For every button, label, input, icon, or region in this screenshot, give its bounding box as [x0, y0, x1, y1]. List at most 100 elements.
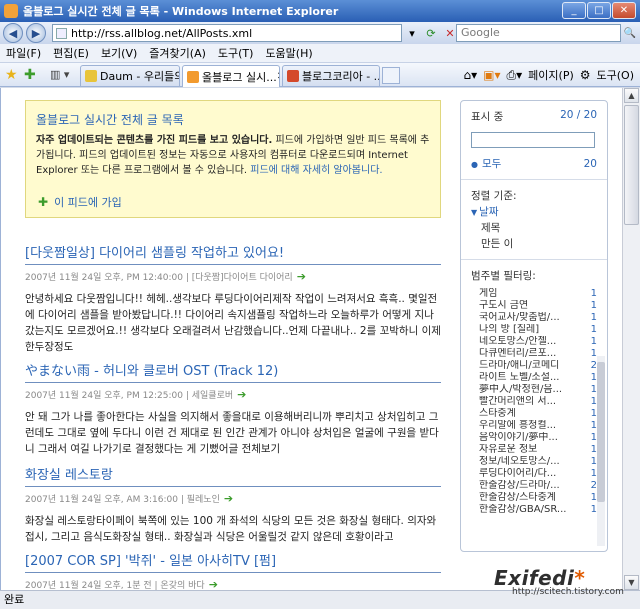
category-item[interactable]: 라이트 노벨/소설... 1 [471, 372, 597, 384]
subscribe-link[interactable]: ✚ 이 피드에 가입 [38, 194, 122, 210]
sort-author[interactable]: 만든 이 [471, 238, 597, 251]
category-name[interactable]: 夢中人/박정현/음... [479, 384, 583, 396]
category-item[interactable]: 네오토망스/안젤... 1 [471, 336, 597, 348]
menu-file[interactable]: 파일(F) [6, 45, 41, 61]
category-name[interactable]: 한줄감상/스타중계 [479, 492, 583, 504]
category-name[interactable]: 게임 [479, 288, 583, 300]
category-name[interactable]: 나의 방 [질레] [479, 324, 583, 336]
go-arrow-icon[interactable]: ➔ [209, 578, 218, 590]
category-item[interactable]: 夢中人/박정현/음... 1 [471, 384, 597, 396]
minimize-button[interactable]: _ [562, 2, 586, 19]
menu-view[interactable]: 보기(V) [101, 45, 137, 61]
category-name[interactable]: 라이트 노벨/소설... [479, 372, 583, 384]
maximize-button[interactable]: □ [587, 2, 611, 19]
gear-icon[interactable]: ⚙ [580, 68, 591, 82]
category-item[interactable]: 게임 1 [471, 288, 597, 300]
learn-more-link[interactable]: 피드에 대해 자세히 알아봅니다. [250, 165, 382, 176]
menu-edit[interactable]: 편집(E) [53, 45, 89, 61]
category-item[interactable]: 드라마/애니/코메디 2 [471, 360, 597, 372]
category-name[interactable]: 네오토망스/안젤... [479, 336, 583, 348]
favorites-star-icon[interactable]: ★ [5, 67, 18, 83]
tab-list-icon[interactable]: ▥ ▾ [50, 68, 69, 81]
feed-icon[interactable]: ▣▾ [483, 68, 500, 82]
category-name[interactable]: 스타중계 [479, 408, 583, 420]
menu-favorites[interactable]: 즐겨찾기(A) [149, 45, 206, 61]
menu-tools[interactable]: 도구(T) [218, 45, 254, 61]
category-item[interactable]: 한줄감상/드라마/... 2 [471, 480, 597, 492]
search-icon[interactable]: 🔍 [623, 25, 637, 41]
scroll-thumb[interactable] [624, 105, 639, 225]
back-button[interactable]: ◀ [3, 23, 23, 43]
category-item[interactable]: 빨간머리앤의 서... 1 [471, 396, 597, 408]
category-name[interactable]: 음악이야기/夢中... [479, 432, 583, 444]
category-item[interactable]: 국어교사/맞춤법/... 1 [471, 312, 597, 324]
filter-all-label[interactable]: 모두 [482, 158, 501, 170]
category-scroll-thumb[interactable] [597, 362, 605, 502]
category-name[interactable]: 다큐멘터리/르포... [479, 348, 583, 360]
tab-blogkorea[interactable]: 블로그코리아 - ... [282, 65, 380, 86]
add-favorites-icon[interactable]: ✚ [24, 67, 36, 83]
category-item[interactable]: 다큐멘터리/르포... 1 [471, 348, 597, 360]
post-title-link[interactable]: [2007 COR SP] '박쥐' - 일본 아사히TV [펌] [25, 550, 441, 573]
sort-date[interactable]: ▼ 날짜 [471, 206, 597, 219]
feed-item: 화장실 레스토랑 2007년 11월 24일 오후, AM 3:16:00 | … [25, 464, 441, 545]
refresh-icon[interactable]: ⟳ [423, 25, 439, 41]
tools-menu[interactable]: 도구(O) [597, 67, 634, 83]
tab-daum[interactable]: Daum - 우리들의... [80, 65, 180, 86]
category-item[interactable]: 구도시 금연 1 [471, 300, 597, 312]
display-header: 표시 중 20 / 20 [471, 109, 597, 124]
divider [461, 179, 607, 180]
dropdown-icon[interactable]: ▾ [404, 25, 420, 41]
category-name[interactable]: 구도시 금연 [479, 300, 583, 312]
tab-allblog[interactable]: 올블로그 실시... ✕ [182, 65, 280, 87]
filter-all[interactable]: ● 모두 20 [471, 156, 597, 171]
close-button[interactable]: ✕ [612, 2, 636, 19]
post-title-link[interactable]: 화장실 레스토랑 [25, 464, 441, 487]
home-icon[interactable]: ⌂▾ [464, 68, 478, 82]
category-name[interactable]: 한줄감상/드라마/... [479, 480, 583, 492]
category-name[interactable]: 빨간머리앤의 서... [479, 396, 583, 408]
address-url[interactable]: http://rss.allblog.net/AllPosts.xml [71, 27, 252, 40]
category-name[interactable]: 정보/네오토망스/... [479, 456, 583, 468]
tab-close-icon[interactable]: ✕ [277, 71, 279, 82]
new-tab-button[interactable] [382, 67, 400, 84]
go-arrow-icon[interactable]: ➔ [224, 492, 233, 505]
category-scrollbar[interactable] [597, 356, 605, 546]
search-input[interactable]: Google [456, 24, 621, 42]
category-filter-label: 범주별 필터링: [471, 270, 536, 282]
category-name[interactable]: 우리말에 흥청컬... [479, 420, 583, 432]
forward-button[interactable]: ▶ [26, 23, 46, 43]
print-icon[interactable]: ⎙▾ [507, 68, 523, 83]
category-item[interactable]: 자유로운 정보 1 [471, 444, 597, 456]
sort-title[interactable]: 제목 [471, 222, 597, 235]
category-item[interactable]: 루딩다이어리/다... 1 [471, 468, 597, 480]
post-title-link[interactable]: やまない雨 - 허니와 클로버 OST (Track 12) [25, 360, 441, 383]
go-arrow-icon[interactable]: ➔ [237, 388, 246, 401]
menu-help[interactable]: 도움말(H) [265, 45, 312, 61]
sort-date-label[interactable]: 날짜 [479, 206, 498, 218]
subscribe-label[interactable]: 이 피드에 가입 [54, 194, 122, 210]
page-scrollbar[interactable]: ▲ ▼ [622, 88, 640, 590]
app-icon [4, 4, 18, 18]
category-item[interactable]: 우리말에 흥청컬... 1 [471, 420, 597, 432]
post-title-link[interactable]: [다웃짬일상] 다이어리 샘플링 작업하고 있어요! [25, 242, 441, 265]
category-name[interactable]: 국어교사/맞춤법/... [479, 312, 583, 324]
post-meta: 2007년 11월 24일 오후, 1분 전 | 온갖의 바다 ➔ [25, 578, 441, 590]
category-item[interactable]: 한줄감상/스타중계 1 [471, 492, 597, 504]
category-name[interactable]: 한줄감상/GBA/SR... [479, 504, 583, 516]
scroll-down-icon[interactable]: ▼ [624, 575, 639, 590]
tab-bar: ★ ✚ ▥ ▾ Daum - 우리들의... 올블로그 실시... ✕ 블로그코… [0, 63, 640, 87]
category-item[interactable]: 음악이야기/夢中... 1 [471, 432, 597, 444]
category-item[interactable]: 한줄감상/GBA/SR... 1 [471, 504, 597, 516]
category-name[interactable]: 자유로운 정보 [479, 444, 583, 456]
address-bar[interactable]: http://rss.allblog.net/AllPosts.xml [52, 24, 402, 42]
category-name[interactable]: 드라마/애니/코메디 [479, 360, 583, 372]
category-item[interactable]: 스타중계 1 [471, 408, 597, 420]
page-menu[interactable]: 페이지(P) [528, 67, 574, 83]
category-name[interactable]: 루딩다이어리/다... [479, 468, 583, 480]
category-item[interactable]: 나의 방 [질레] 1 [471, 324, 597, 336]
filter-search-input[interactable] [471, 132, 595, 148]
category-item[interactable]: 정보/네오토망스/... 1 [471, 456, 597, 468]
go-arrow-icon[interactable]: ➔ [297, 270, 306, 283]
scroll-up-icon[interactable]: ▲ [624, 88, 639, 103]
